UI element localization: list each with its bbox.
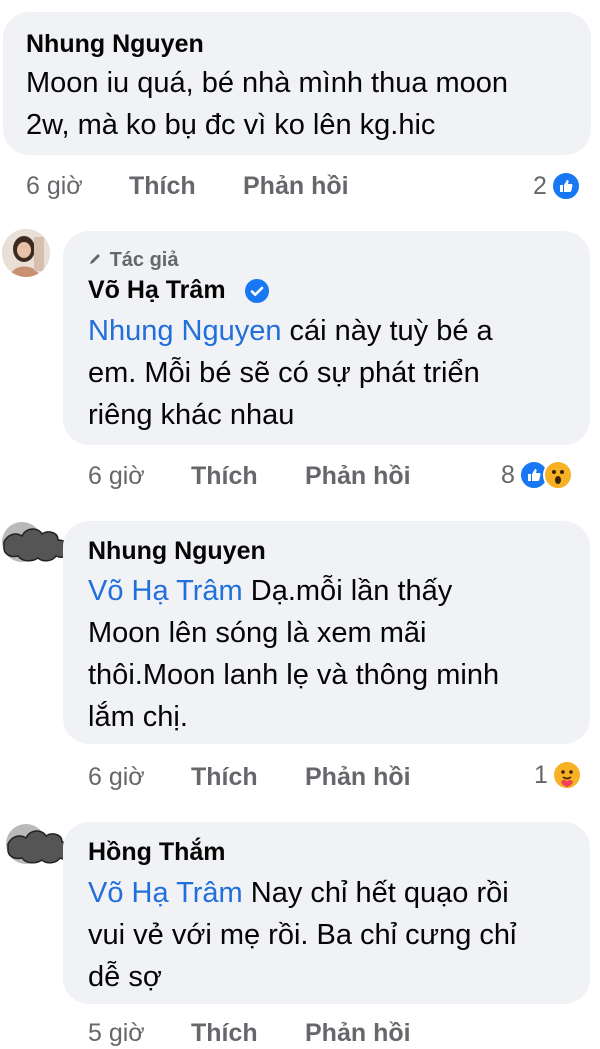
comment-timestamp[interactable]: 6 giờ bbox=[88, 763, 145, 792]
comment-text-line: thôi.Moon lanh lẹ và thông minh bbox=[88, 659, 500, 691]
reaction-summary[interactable]: 2 bbox=[533, 170, 581, 202]
comment-text: Võ Hạ Trâm Nay chỉ hết quạo rồi vui vẻ v… bbox=[88, 872, 516, 998]
comment-text-line: Moon iu quá, bé nhà mình thua moon bbox=[26, 67, 509, 99]
mention-link[interactable]: Võ Hạ Trâm bbox=[88, 575, 243, 607]
author-badge: Tác giả bbox=[88, 249, 178, 272]
reaction-count: 1 bbox=[534, 760, 548, 789]
like-button[interactable]: Thích bbox=[191, 763, 258, 792]
comment-text-line: dễ sợ bbox=[88, 961, 162, 993]
author-badge-label: Tác giả bbox=[109, 249, 179, 271]
reply-button[interactable]: Phản hồi bbox=[243, 172, 349, 201]
reaction-summary[interactable]: 1 bbox=[534, 759, 582, 791]
comment-text-line: vui vẻ với mẹ rồi. Ba chỉ cưng chỉ bbox=[88, 919, 517, 951]
mention-link[interactable]: Võ Hạ Trâm bbox=[88, 877, 243, 909]
comment-text: Nhung Nguyen cái này tuỳ bé a em. Mỗi bé… bbox=[88, 310, 493, 436]
like-button[interactable]: Thích bbox=[129, 172, 196, 201]
like-button[interactable]: Thích bbox=[191, 462, 258, 491]
comment-actions: 5 giờ Thích Phản hồi bbox=[88, 1019, 428, 1049]
comment-author[interactable]: Nhung Nguyen bbox=[26, 30, 204, 59]
avatar[interactable] bbox=[2, 229, 50, 277]
comment-actions: 6 giờ Thích Phản hồi bbox=[88, 763, 428, 793]
mention-link[interactable]: Nhung Nguyen bbox=[88, 315, 281, 347]
pencil-icon bbox=[88, 249, 104, 272]
comment-text-line: lắm chị. bbox=[88, 701, 188, 733]
reply-button[interactable]: Phản hồi bbox=[305, 763, 411, 792]
reaction-summary[interactable]: 8 bbox=[501, 459, 573, 491]
comment-author[interactable]: Hồng Thắm bbox=[88, 838, 226, 867]
comment-actions: 6 giờ Thích Phản hồi bbox=[26, 172, 366, 202]
comment-timestamp[interactable]: 6 giờ bbox=[26, 172, 83, 201]
reply-button[interactable]: Phản hồi bbox=[305, 462, 411, 491]
reaction-count: 8 bbox=[501, 460, 515, 489]
comment-text-line: 2w, mà ko bụ đc vì ko lên kg.hic bbox=[26, 109, 436, 141]
care-icon bbox=[551, 760, 582, 790]
like-icon bbox=[550, 171, 581, 201]
comment-text-line: riêng khác nhau bbox=[88, 399, 295, 431]
reaction-count: 2 bbox=[533, 171, 547, 200]
comment-text-line: em. Mỗi bé sẽ có sự phát triển bbox=[88, 357, 480, 389]
comment-actions: 6 giờ Thích Phản hồi bbox=[88, 462, 428, 492]
comment-timestamp[interactable]: 5 giờ bbox=[88, 1019, 145, 1048]
comment-text-span: Dạ.mỗi lần thấy bbox=[242, 575, 453, 607]
wow-icon bbox=[542, 460, 573, 490]
comment-text-line: Nhung Nguyen cái này tuỳ bé a bbox=[88, 310, 493, 352]
comment-author[interactable]: Nhung Nguyen bbox=[88, 537, 266, 566]
comment-author[interactable]: Võ Hạ Trâm bbox=[88, 276, 226, 305]
comment-text: Moon iu quá, bé nhà mình thua moon 2w, m… bbox=[26, 62, 508, 146]
comment-timestamp[interactable]: 6 giờ bbox=[88, 462, 145, 491]
reply-button[interactable]: Phản hồi bbox=[305, 1019, 411, 1048]
like-button[interactable]: Thích bbox=[191, 1019, 258, 1048]
verified-icon bbox=[245, 279, 269, 303]
comment-text-span: cái này tuỳ bé a bbox=[281, 315, 493, 347]
comment-text-line: Võ Hạ Trâm Dạ.mỗi lần thấy bbox=[88, 570, 499, 612]
comment-text-line: Moon lên sóng là xem mãi bbox=[88, 617, 427, 649]
comment-text: Võ Hạ Trâm Dạ.mỗi lần thấy Moon lên sóng… bbox=[88, 570, 499, 738]
comment-text-line: Võ Hạ Trâm Nay chỉ hết quạo rồi bbox=[88, 872, 516, 914]
comment-text-span: Nay chỉ hết quạo rồi bbox=[242, 877, 509, 909]
